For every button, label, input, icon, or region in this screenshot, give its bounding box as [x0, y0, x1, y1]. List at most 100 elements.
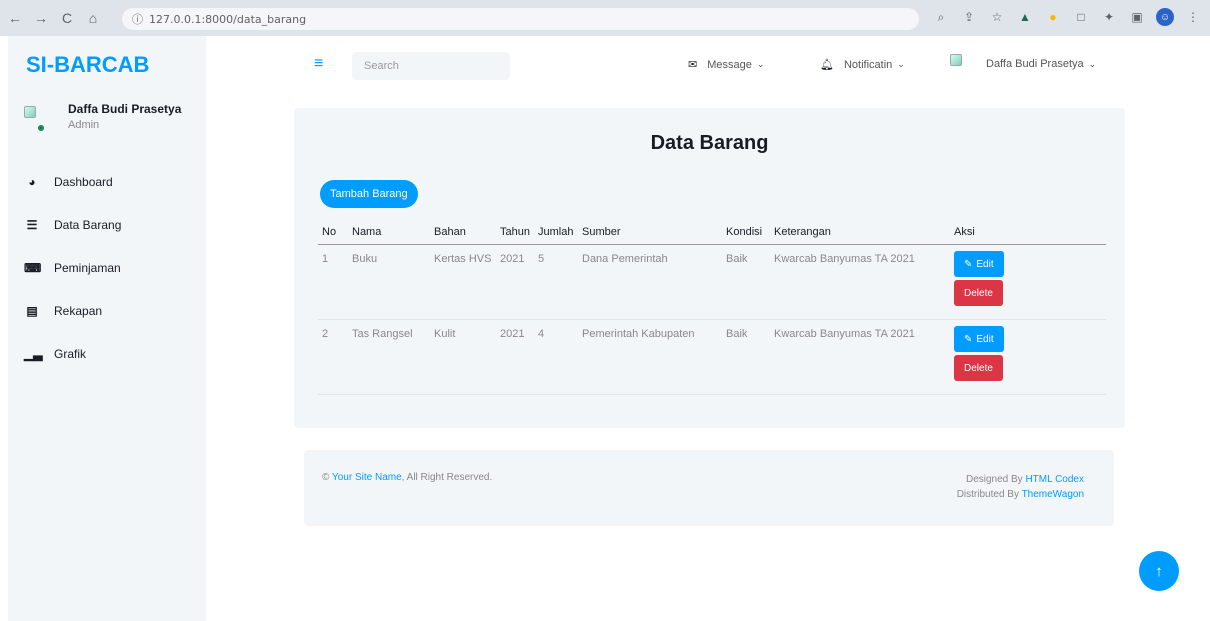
sidebar-item-grafik[interactable]: ▁▃ Grafik: [24, 332, 204, 375]
column-header: No: [318, 220, 348, 245]
page-title: Data Barang: [650, 132, 769, 154]
column-header: Keterangan: [770, 220, 950, 245]
envelope-icon: ✉: [688, 59, 698, 71]
address-bar[interactable]: ⓘ 127.0.0.1:8000/data_barang: [122, 8, 919, 30]
hamburger-menu-icon[interactable]: ≡: [314, 55, 323, 73]
chart-icon: ▁▃: [24, 346, 43, 361]
sidebar-menu: ◕ Dashboard ☰ Data Barang ⌨ Peminjaman ▤…: [24, 160, 204, 375]
site-name-link[interactable]: Your Site Name: [332, 472, 402, 483]
delete-button[interactable]: Delete: [954, 355, 1003, 381]
extension-icon[interactable]: □: [1072, 8, 1090, 26]
column-header: Bahan: [430, 220, 496, 245]
sidebar-user-role: Admin: [68, 119, 100, 131]
profile-icon[interactable]: ☺: [1156, 8, 1174, 26]
back-to-top-button[interactable]: ↑: [1139, 551, 1179, 591]
column-header: Tahun: [496, 220, 534, 245]
notification-dropdown[interactable]: 🔔︎ Notificatin ⌄: [820, 58, 905, 72]
sidebar-item-peminjaman[interactable]: ⌨ Peminjaman: [24, 246, 204, 289]
star-icon[interactable]: ☆: [988, 8, 1006, 26]
puzzle-icon[interactable]: ✦: [1100, 8, 1118, 26]
table-row: 1 Buku Kertas HVS 2021 5 Dana Pemerintah…: [318, 244, 1106, 320]
designed-prefix: Designed By: [965, 474, 1023, 485]
back-icon[interactable]: ←: [4, 7, 26, 29]
home-icon[interactable]: ⌂: [82, 7, 104, 29]
sidebar-user-name: Daffa Budi Prasetya: [68, 102, 182, 116]
cell-keterangan: Kwarcab Banyumas TA 2021: [770, 319, 950, 395]
arrow-up-icon: ↑: [1155, 562, 1163, 580]
cell-no: 2: [318, 319, 348, 395]
sidebar-item-rekapan[interactable]: ▤ Rekapan: [24, 289, 204, 332]
cell-sumber: Pemerintah Kabupaten: [578, 319, 722, 395]
table-header-row: No Nama Bahan Tahun Jumlah Sumber Kondis…: [318, 220, 1106, 245]
column-header: Sumber: [578, 220, 722, 245]
chevron-down-icon: ⌄: [1088, 58, 1097, 69]
edit-label: Edit: [976, 333, 994, 345]
notification-label: Notificatin: [843, 58, 893, 71]
sidebar: SI-BARCAB Daffa Budi Prasetya Admin ◕ Da…: [8, 36, 206, 621]
data-barang-table: No Nama Bahan Tahun Jumlah Sumber Kondis…: [318, 220, 1106, 395]
column-header: Nama: [348, 220, 430, 245]
forward-icon[interactable]: →: [30, 7, 52, 29]
top-navbar: ≡ ✉ Message ⌄ 🔔︎ Notificatin ⌄ Daffa Bud…: [286, 36, 1135, 96]
sidebar-item-label: Grafik: [54, 346, 87, 361]
bell-icon: 🔔︎: [820, 59, 834, 71]
message-label: Message: [707, 58, 752, 71]
copyright-symbol: ©: [322, 472, 330, 483]
cell-tahun: 2021: [496, 319, 534, 395]
distributed-by: Distributed By ThemeWagon: [957, 487, 1084, 502]
sidebar-item-data-barang[interactable]: ☰ Data Barang: [24, 203, 204, 246]
edit-button[interactable]: ✎ Edit: [954, 251, 1004, 277]
edit-button[interactable]: ✎ Edit: [954, 326, 1004, 352]
column-header: Kondisi: [722, 220, 770, 245]
extension-icon[interactable]: ●: [1044, 8, 1062, 26]
cell-jumlah: 4: [534, 319, 578, 395]
sidebar-item-label: Dashboard: [54, 174, 113, 189]
column-header: Jumlah: [534, 220, 578, 245]
sidebar-user: Daffa Budi Prasetya Admin: [24, 100, 204, 140]
cell-nama: Tas Rangsel: [348, 319, 430, 395]
table-icon: ▤: [26, 303, 38, 318]
search-input[interactable]: [352, 52, 510, 80]
browser-actions: ⌕ ⇪ ☆ ▲ ● □ ✦ ▣ ☺ ⋮: [932, 8, 1202, 26]
browser-toolbar: ← → C ⌂ ⓘ 127.0.0.1:8000/data_barang ⌕ ⇪…: [0, 0, 1210, 36]
sidebar-item-label: Data Barang: [54, 217, 122, 232]
share-icon[interactable]: ⇪: [960, 8, 978, 26]
html-codex-link[interactable]: HTML Codex: [1025, 474, 1084, 485]
zoom-icon[interactable]: ⌕: [932, 8, 950, 26]
add-item-button[interactable]: Tambah Barang: [320, 180, 418, 208]
online-status-icon: [38, 125, 44, 131]
message-dropdown[interactable]: ✉ Message ⌄: [688, 58, 764, 72]
footer-credits: Designed By HTML Codex Distributed By Th…: [957, 472, 1084, 502]
cell-bahan: Kulit: [430, 319, 496, 395]
main-content: Data Barang Tambah Barang No Nama Bahan …: [286, 96, 1135, 621]
menu-icon[interactable]: ⋮: [1184, 8, 1202, 26]
address-url: 127.0.0.1:8000/data_barang: [149, 12, 307, 26]
cell-keterangan: Kwarcab Banyumas TA 2021: [770, 244, 950, 320]
avatar-image-icon: [24, 106, 36, 118]
keyboard-icon: ⌨: [24, 260, 42, 275]
sidebar-item-dashboard[interactable]: ◕ Dashboard: [24, 160, 204, 203]
cell-kondisi: Baik: [722, 319, 770, 395]
cell-bahan: Kertas HVS: [430, 244, 496, 320]
reload-icon[interactable]: C: [56, 7, 78, 29]
extension-icon[interactable]: ▲: [1016, 8, 1034, 26]
user-dropdown[interactable]: Daffa Budi Prasetya ⌄: [986, 58, 1096, 70]
themewagon-link[interactable]: ThemeWagon: [1022, 489, 1084, 500]
sidebar-item-label: Rekapan: [54, 303, 103, 318]
rights-text: , All Right Reserved.: [401, 472, 493, 483]
distributed-prefix: Distributed By: [956, 489, 1019, 500]
footer-copyright: © Your Site Name, All Right Reserved.: [322, 472, 492, 483]
sidebar-icon[interactable]: ▣: [1128, 8, 1146, 26]
footer: © Your Site Name, All Right Reserved. De…: [304, 450, 1114, 526]
cell-aksi: ✎ Edit Delete: [950, 319, 1106, 395]
topbar-avatar-icon[interactable]: [950, 54, 962, 66]
delete-button[interactable]: Delete: [954, 280, 1003, 306]
brand-logo[interactable]: SI-BARCAB: [26, 52, 149, 78]
cell-jumlah: 5: [534, 244, 578, 320]
site-info-icon[interactable]: ⓘ: [132, 11, 143, 27]
column-header: Aksi: [950, 220, 1106, 245]
cell-kondisi: Baik: [722, 244, 770, 320]
cell-nama: Buku: [348, 244, 430, 320]
cell-no: 1: [318, 244, 348, 320]
dashboard-icon: ◕: [28, 174, 36, 189]
